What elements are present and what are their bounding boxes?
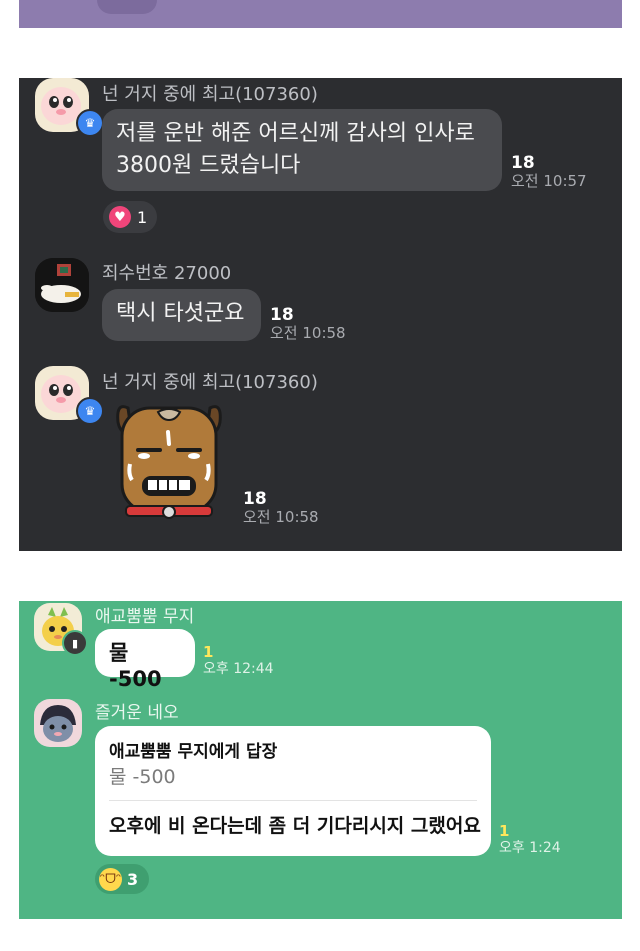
sender-name[interactable]: 즐거운 네오 xyxy=(95,698,179,723)
timestamp: 오후 12:44 xyxy=(203,661,274,677)
rabbit-avatar-icon xyxy=(35,258,89,312)
timestamp: 오전 10:57 xyxy=(511,172,587,190)
message-text: 물 -500 xyxy=(109,641,162,691)
reply-divider xyxy=(109,800,477,801)
reaction-count: 3 xyxy=(127,869,139,889)
message-meta: 18 오전 10:58 xyxy=(270,306,346,342)
sender-name[interactable]: 애교뿜뿜 무지 xyxy=(95,602,194,627)
sender-name[interactable]: 넌 거지 중에 최고(107360) xyxy=(102,368,318,394)
message-text: 오후에 비 온다는데 좀 더 기다리시지 그랬어요 xyxy=(109,815,481,837)
reply-message-bubble[interactable]: 애교뿜뿜 무지에게 답장 물 -500 오후에 비 온다는데 좀 더 기다리시지… xyxy=(95,726,491,856)
unread-count: 18 xyxy=(270,305,294,325)
crown-badge-icon: ♛ xyxy=(76,109,104,137)
frodo-dog-sticker-icon xyxy=(116,405,222,519)
dark-chat-panel: ♛ 넌 거지 중에 최고(107360) 저를 운반 해준 어르신께 감사의 인… xyxy=(19,78,622,551)
message-bubble[interactable]: 택시 타셧군요 xyxy=(102,289,261,341)
timestamp: 오전 10:58 xyxy=(243,508,319,526)
message-bubble[interactable]: 물 -500 xyxy=(95,629,195,691)
crown-badge-icon: ♛ xyxy=(76,397,104,425)
unread-count: 1 xyxy=(499,822,510,840)
message-meta: 1 오후 12:44 xyxy=(203,644,274,678)
top-purple-strip xyxy=(19,0,622,28)
timestamp: 오전 10:58 xyxy=(270,324,346,342)
reply-quote: 물 -500 xyxy=(109,766,176,788)
avatar-rabbit[interactable] xyxy=(35,258,89,312)
reaction-pill[interactable]: ᵔᗜᵔ 3 xyxy=(95,864,149,894)
timestamp: 오후 1:24 xyxy=(499,840,561,856)
neo-avatar-icon xyxy=(34,699,82,747)
reaction-count: 1 xyxy=(137,207,148,227)
manager-badge-icon: ▮ xyxy=(62,630,88,656)
reaction-pill[interactable]: ♥ 1 xyxy=(103,201,158,233)
message-meta: 18 오전 10:58 xyxy=(243,490,319,526)
reply-target[interactable]: 애교뿜뿜 무지에게 답장 xyxy=(109,740,477,764)
laughing-face-icon: ᵔᗜᵔ xyxy=(99,867,122,891)
sender-name[interactable]: 넌 거지 중에 최고(107360) xyxy=(102,80,318,106)
frodo-dog-sweating-sticker[interactable] xyxy=(114,398,224,526)
avatar-neo[interactable] xyxy=(34,699,82,747)
message-meta: 1 오후 1:24 xyxy=(499,823,561,857)
reaction-pill-partial[interactable] xyxy=(97,0,157,14)
green-chat-panel: ▮ 애교뿜뿜 무지 물 -500 1 오후 12:44 즐거운 네오 애교뿜뿜 … xyxy=(19,601,622,919)
message-meta: 18 오전 10:57 xyxy=(511,154,587,190)
message-text-line: 저를 운반 해준 어르신께 감사의 인사로 xyxy=(116,121,475,146)
unread-count: 18 xyxy=(243,489,267,509)
unread-count: 1 xyxy=(203,643,214,661)
message-bubble[interactable]: 저를 운반 해준 어르신께 감사의 인사로 3800원 드렸습니다 xyxy=(102,109,502,191)
sender-name[interactable]: 죄수번호 27000 xyxy=(102,259,231,285)
heart-icon: ♥ xyxy=(109,206,131,228)
message-text-line: 3800원 드렸습니다 xyxy=(116,153,301,178)
unread-count: 18 xyxy=(511,153,535,173)
